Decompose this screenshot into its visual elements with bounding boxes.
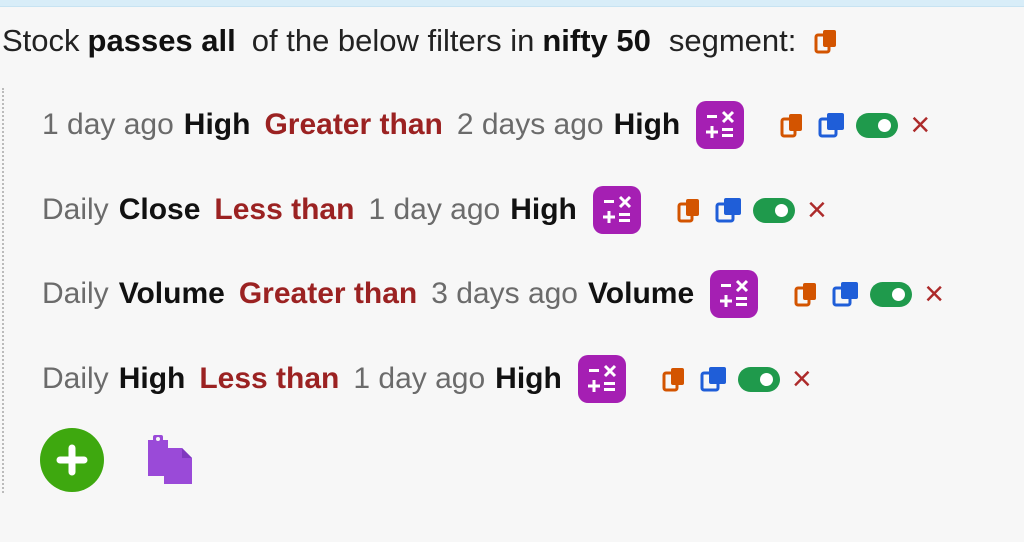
filter-rule: 1 day ago High Greater than 2 days ago H… [42, 101, 934, 149]
left-metric[interactable]: High [119, 362, 186, 396]
right-timeframe[interactable]: 1 day ago [353, 362, 485, 396]
toggle-icon[interactable] [737, 366, 780, 392]
copy-icon[interactable] [812, 26, 842, 56]
duplicate-icon[interactable] [830, 278, 862, 310]
operator[interactable]: Greater than [239, 277, 417, 311]
right-metric[interactable]: High [614, 108, 681, 142]
toggle-icon[interactable] [870, 281, 913, 307]
right-metric[interactable]: High [495, 362, 562, 396]
left-timeframe[interactable]: 1 day ago [42, 108, 174, 142]
summary-segment: nifty 50 [542, 23, 651, 58]
delete-icon[interactable]: × [788, 362, 816, 396]
left-timeframe[interactable]: Daily [42, 362, 109, 396]
delete-icon[interactable]: × [920, 277, 948, 311]
add-icon[interactable] [40, 428, 104, 492]
filter-rule: Daily High Less than 1 day ago High × [42, 355, 816, 403]
right-timeframe[interactable]: 2 days ago [457, 108, 604, 142]
filter-summary: Stock passes all of the below filters in… [2, 20, 842, 62]
copy-icon[interactable] [675, 195, 705, 225]
rules-group-rail [2, 88, 4, 493]
filter-rule: Daily Volume Greater than 3 days ago Vol… [42, 270, 948, 318]
summary-prefix: Stock [2, 23, 80, 58]
left-metric[interactable]: Volume [119, 277, 225, 311]
right-metric[interactable]: Volume [588, 277, 694, 311]
toggle-icon[interactable] [856, 112, 899, 138]
summary-emphasis: passes all [87, 23, 236, 58]
rule-group-actions [40, 428, 198, 492]
summary-suffix: segment: [668, 23, 797, 58]
delete-icon[interactable]: × [906, 108, 934, 142]
left-timeframe[interactable]: Daily [42, 277, 109, 311]
summary-middle: of the below filters in [251, 23, 535, 58]
calculator-icon[interactable] [592, 186, 641, 234]
left-metric[interactable]: Close [119, 193, 201, 227]
duplicate-icon[interactable] [713, 194, 745, 226]
left-metric[interactable]: High [184, 108, 251, 142]
top-border [0, 0, 1024, 7]
rule-actions: × [778, 108, 934, 142]
left-timeframe[interactable]: Daily [42, 193, 109, 227]
calculator-icon[interactable] [710, 270, 759, 318]
operator[interactable]: Less than [214, 193, 354, 227]
right-timeframe[interactable]: 1 day ago [368, 193, 500, 227]
toggle-icon[interactable] [752, 197, 795, 223]
paste-icon[interactable] [140, 430, 198, 490]
copy-icon[interactable] [792, 279, 822, 309]
duplicate-icon[interactable] [816, 109, 848, 141]
right-timeframe[interactable]: 3 days ago [431, 277, 578, 311]
rule-actions: × [675, 193, 831, 227]
copy-icon[interactable] [660, 364, 690, 394]
rule-actions: × [792, 277, 948, 311]
delete-icon[interactable]: × [803, 193, 831, 227]
rule-actions: × [660, 362, 816, 396]
duplicate-icon[interactable] [698, 363, 730, 395]
copy-icon[interactable] [778, 110, 808, 140]
operator[interactable]: Less than [199, 362, 339, 396]
operator[interactable]: Greater than [264, 108, 442, 142]
calculator-icon[interactable] [696, 101, 745, 149]
calculator-icon[interactable] [577, 355, 626, 403]
filter-rule: Daily Close Less than 1 day ago High × [42, 186, 831, 234]
right-metric[interactable]: High [510, 193, 577, 227]
